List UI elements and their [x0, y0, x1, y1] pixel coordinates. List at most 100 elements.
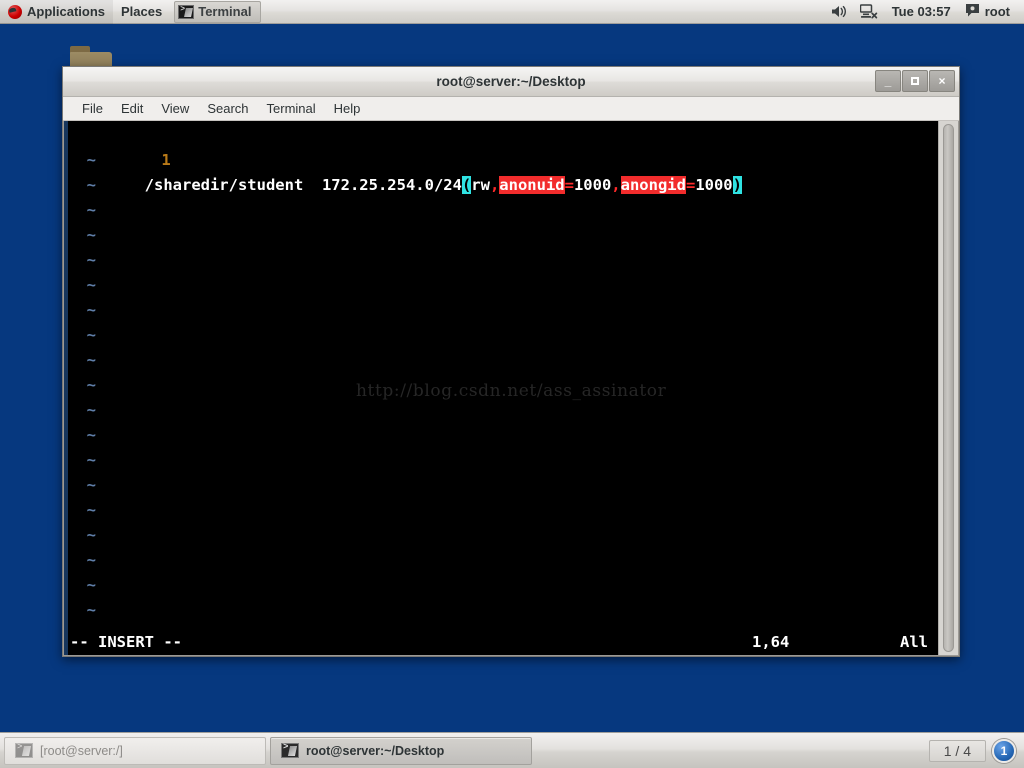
tilde-marker: ~ — [86, 601, 96, 619]
code-token-2: rw — [471, 176, 490, 194]
top-panel-tray: Tue 03:57 root — [825, 0, 1024, 24]
tilde-marker: ~ — [86, 251, 96, 269]
editor-line-content: /sharedir/student 172.25.254.0/24(rw,ano… — [145, 176, 742, 194]
tilde-marker: ~ — [86, 176, 96, 194]
top-panel-left: Applications Places Terminal — [0, 0, 262, 24]
clock[interactable]: Tue 03:57 — [884, 4, 959, 19]
user-menu-label: root — [984, 4, 1010, 19]
menu-help[interactable]: Help — [325, 97, 370, 121]
tilde-marker: ~ — [86, 276, 96, 294]
editor-empty-line: ~ — [68, 423, 938, 448]
tilde-marker: ~ — [86, 301, 96, 319]
top-panel: Applications Places Terminal Tue 0 — [0, 0, 1024, 24]
bottom-panel-right: 1 / 4 1 — [928, 738, 1020, 763]
tilde-marker: ~ — [86, 451, 96, 469]
window-titlebar[interactable]: root@server:~/Desktop _ × — [63, 67, 959, 97]
code-token-10: 1000 — [695, 176, 733, 194]
editor-empty-line: ~ — [68, 573, 938, 598]
tilde-marker: ~ — [86, 576, 96, 594]
editor-empty-line: ~ — [68, 198, 938, 223]
code-token-6: 1000 — [573, 176, 612, 194]
terminal-icon — [178, 4, 195, 19]
window-title: root@server:~/Desktop — [436, 74, 586, 89]
code-token-5: = — [564, 176, 574, 194]
user-icon — [965, 3, 980, 20]
terminal-window: root@server:~/Desktop _ × File Edit View… — [62, 66, 960, 657]
editor-empty-line: ~ — [68, 398, 938, 423]
editor-line-1: 1 /sharedir/student 172.25.254.0/24(rw,a… — [68, 123, 938, 194]
editor-empty-line: ~ — [68, 248, 938, 273]
menu-file[interactable]: File — [73, 97, 112, 121]
editor-empty-line: ~ — [68, 148, 938, 173]
taskbar-item-root-server[interactable]: [root@server:/] — [4, 736, 266, 765]
editor-empty-line: ~ — [68, 598, 938, 623]
applications-menu[interactable]: Applications — [0, 0, 114, 24]
editor-empty-line: ~ — [68, 298, 938, 323]
code-token-9: = — [685, 176, 696, 194]
cursor-position: 1,64 — [752, 633, 790, 651]
tilde-marker: ~ — [86, 551, 96, 569]
code-token-0: /sharedir/student 172.25.254.0/24 — [144, 176, 462, 194]
applications-menu-label: Applications — [27, 4, 106, 19]
taskbar-item-label: [root@server:/] — [40, 743, 123, 758]
tilde-marker: ~ — [86, 501, 96, 519]
code-token-8: anongid — [620, 176, 686, 194]
editor-empty-line: ~ — [68, 548, 938, 573]
menu-terminal[interactable]: Terminal — [258, 97, 325, 121]
window-controls: _ × — [874, 70, 955, 92]
tilde-marker: ~ — [86, 401, 96, 419]
terminal-scrollbar[interactable] — [938, 121, 958, 655]
tilde-marker: ~ — [86, 201, 96, 219]
code-token-11: ) — [732, 176, 742, 194]
vim-mode-indicator: -- INSERT -- — [70, 633, 182, 651]
editor-empty-line: ~ — [68, 223, 938, 248]
editor-empty-lines: ~~~~~~~~~~~~~~~~~~~~ — [68, 148, 938, 648]
places-menu-label: Places — [121, 4, 163, 19]
close-button[interactable]: × — [929, 70, 955, 92]
workspace-switcher[interactable]: 1 / 4 — [928, 739, 986, 762]
maximize-icon — [911, 77, 919, 85]
tilde-marker: ~ — [86, 426, 96, 444]
tilde-marker: ~ — [86, 351, 96, 369]
editor-empty-line: ~ — [68, 348, 938, 373]
editor-empty-line: ~ — [68, 323, 938, 348]
notification-badge[interactable]: 1 — [992, 738, 1016, 763]
editor-empty-line: ~ — [68, 498, 938, 523]
maximize-button[interactable] — [902, 70, 928, 92]
speaker-icon[interactable] — [825, 4, 854, 19]
scrollbar-thumb[interactable] — [943, 124, 954, 652]
tilde-marker: ~ — [86, 376, 96, 394]
editor-empty-line: ~ — [68, 448, 938, 473]
minimize-button[interactable]: _ — [875, 70, 901, 92]
window-list-item-label: Terminal — [198, 4, 252, 19]
menu-search[interactable]: Search — [198, 97, 257, 121]
tilde-marker: ~ — [86, 476, 96, 494]
scroll-indicator: All — [900, 633, 928, 651]
terminal-menubar: File Edit View Search Terminal Help — [63, 97, 959, 121]
editor-empty-line: ~ — [68, 273, 938, 298]
vim-editor-screen[interactable]: 1 /sharedir/student 172.25.254.0/24(rw,a… — [68, 121, 938, 655]
editor-empty-line: ~ — [68, 373, 938, 398]
editor-empty-line: ~ — [68, 473, 938, 498]
code-token-7: , — [611, 176, 621, 194]
tilde-marker: ~ — [86, 226, 96, 244]
code-token-1: ( — [461, 176, 472, 194]
terminal-content-area: 1 /sharedir/student 172.25.254.0/24(rw,a… — [63, 121, 959, 656]
vim-status-line: -- INSERT -- 1,64 All — [68, 629, 938, 655]
taskbar-item-root-desktop[interactable]: root@server:~/Desktop — [270, 736, 532, 765]
code-token-3: , — [489, 176, 500, 194]
menu-edit[interactable]: Edit — [112, 97, 152, 121]
tilde-marker: ~ — [86, 526, 96, 544]
code-token-4: anonuid — [499, 176, 565, 194]
editor-empty-line: ~ — [68, 523, 938, 548]
places-menu[interactable]: Places — [113, 0, 170, 24]
tilde-marker: ~ — [86, 326, 96, 344]
user-menu[interactable]: root — [959, 3, 1016, 20]
network-disconnected-icon[interactable] — [854, 4, 884, 19]
redhat-logo-icon — [8, 4, 22, 19]
menu-view[interactable]: View — [152, 97, 198, 121]
window-list-item-terminal[interactable]: Terminal — [174, 0, 262, 23]
bottom-panel: [root@server:/] root@server:~/Desktop 1 … — [0, 732, 1024, 768]
terminal-icon — [281, 742, 299, 758]
line-number: 1 — [161, 151, 171, 169]
